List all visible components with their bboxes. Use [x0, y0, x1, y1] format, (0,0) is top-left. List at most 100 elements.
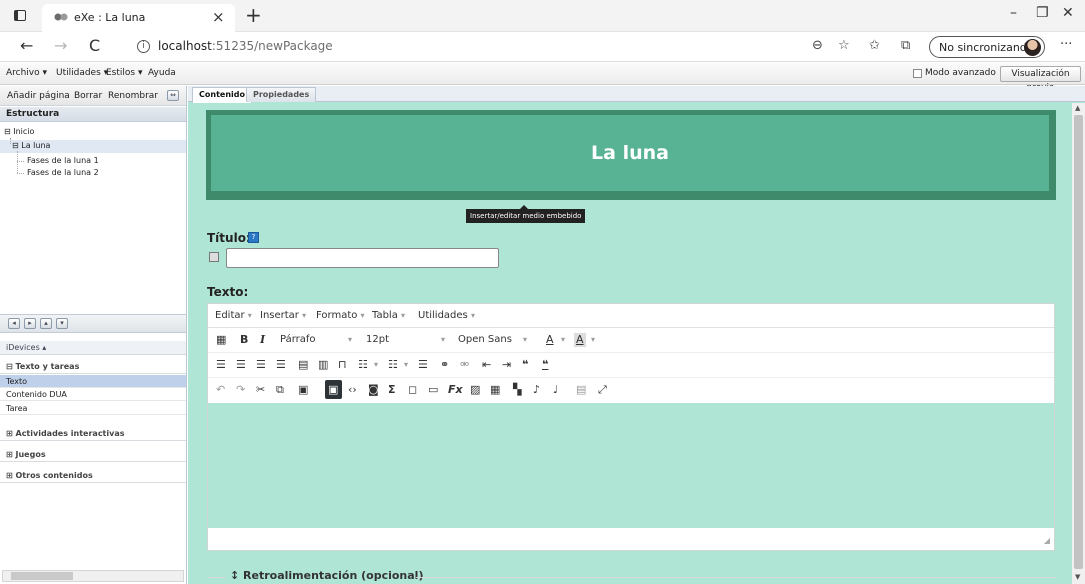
idevices-header[interactable]: iDevices ▴	[0, 341, 186, 355]
image-float-left-icon[interactable]: ▤	[298, 358, 308, 372]
templates-icon[interactable]: ▦	[216, 333, 226, 347]
music-note-icon[interactable]: ♩	[553, 383, 558, 397]
menu-estilos[interactable]: Estilos ▾	[106, 68, 142, 78]
definition-list-icon[interactable]: ☰	[418, 358, 428, 372]
paragraph-format-select[interactable]: Párrafo	[280, 333, 316, 347]
category-texto-tareas[interactable]: ⊟ Texto y tareas	[0, 360, 186, 374]
tree-node-root[interactable]: ⊟ Inicio	[4, 127, 34, 136]
vertical-scrollbar[interactable]: ▲ ▼	[1072, 103, 1085, 584]
image-float-right-icon[interactable]: ▥	[318, 358, 328, 372]
collections-icon[interactable]: ⧉	[901, 38, 910, 53]
align-left-icon[interactable]: ☰	[216, 358, 226, 372]
tree-node-leaf[interactable]: Fases de la luna 1	[27, 156, 99, 165]
move-down-icon[interactable]: ▾	[56, 318, 68, 329]
redo-icon[interactable]: ↷	[236, 383, 245, 397]
category-juegos[interactable]: ⊞ Juegos	[0, 448, 186, 462]
audio-icon[interactable]: ♪	[533, 383, 540, 397]
source-code-icon[interactable]: ‹›	[348, 383, 357, 397]
resize-handle-icon[interactable]: ◢	[1044, 536, 1050, 545]
url-field[interactable]: localhost:51235/newPackage	[158, 39, 333, 53]
menu-archivo[interactable]: Archivo ▾	[6, 68, 47, 78]
scroll-up-icon[interactable]: ▲	[1075, 104, 1080, 112]
more-menu-button[interactable]: ···	[1060, 37, 1072, 52]
move-up-icon[interactable]: ▴	[40, 318, 52, 329]
restore-button[interactable]: ❐	[1036, 5, 1049, 21]
add-favorite-icon[interactable]: ☆	[838, 38, 850, 53]
editor-menu-tabla[interactable]: Tabla ▾	[372, 310, 405, 321]
editor-menu-utilidades[interactable]: Utilidades ▾	[418, 310, 475, 321]
browser-tab[interactable]: eXe : La luna ×	[42, 4, 235, 32]
fullscreen-icon[interactable]: ⤢	[598, 383, 607, 397]
cut-icon[interactable]: ✂	[256, 383, 265, 397]
edit-title-icon[interactable]	[209, 252, 219, 262]
chevron-down-icon[interactable]: ▾	[374, 358, 378, 372]
title-input[interactable]	[226, 248, 499, 268]
paste-text-icon[interactable]: ▣	[328, 383, 338, 397]
outdent-icon[interactable]: ⇤	[482, 358, 491, 372]
editor-menu-formato[interactable]: Formato ▾	[316, 310, 365, 321]
site-info-icon[interactable]: i	[137, 40, 150, 53]
profile-sync-button[interactable]: No sincronizando	[929, 36, 1045, 58]
promote-icon[interactable]: ◂	[8, 318, 20, 329]
justify-icon[interactable]: ☰	[276, 358, 286, 372]
horizontal-scrollbar[interactable]	[2, 570, 184, 582]
math-sigma-icon[interactable]: Σ	[388, 383, 396, 397]
collapse-panel-icon[interactable]: ⇔	[167, 90, 179, 101]
link-icon[interactable]: ⚭	[440, 358, 449, 372]
tab-close-icon[interactable]: ×	[212, 8, 225, 26]
idevice-texto[interactable]: Texto	[0, 375, 186, 388]
chevron-down-icon[interactable]: ▾	[404, 358, 408, 372]
chevron-down-icon[interactable]: ▾	[348, 333, 352, 347]
tooltip-icon[interactable]: ◻	[408, 383, 417, 397]
chevron-down-icon[interactable]: ▾	[561, 333, 565, 347]
editor-menu-insertar[interactable]: Insertar ▾	[260, 310, 306, 321]
idevices-caret-icon[interactable]: ▴	[42, 343, 46, 352]
font-size-select[interactable]: 12pt	[366, 333, 389, 347]
tree-node-selected[interactable]: ⊟ La luna	[12, 141, 50, 150]
minimize-button[interactable]: –	[1010, 5, 1017, 21]
table-icon[interactable]: ▤	[576, 383, 586, 397]
undo-icon[interactable]: ↶	[216, 383, 225, 397]
zoom-icon[interactable]: ⊖	[812, 38, 823, 53]
idevice-contenido-dua[interactable]: Contenido DUA	[0, 388, 186, 401]
editor-content-area[interactable]	[208, 403, 1054, 528]
clear-format-icon[interactable]: Fx	[448, 383, 463, 397]
italic-icon[interactable]: I	[260, 333, 265, 347]
back-button[interactable]: ←	[20, 36, 33, 55]
chevron-down-icon[interactable]: ▾	[591, 333, 595, 347]
scroll-thumb[interactable]	[11, 572, 73, 580]
rename-page-button[interactable]: Renombrar	[108, 91, 158, 101]
spellcheck-icon[interactable]: ◙	[368, 383, 379, 397]
chevron-down-icon[interactable]: ▾	[523, 333, 527, 347]
block-icon[interactable]: ⊓	[338, 358, 347, 372]
tab-actions-icon[interactable]	[14, 10, 26, 21]
tab-propiedades[interactable]: Propiedades	[246, 87, 317, 102]
copy-icon[interactable]: ⧉	[276, 383, 284, 397]
cite-icon[interactable]: ❝	[542, 358, 548, 372]
editor-menu-editar[interactable]: Editar ▾	[215, 310, 252, 321]
delete-page-button[interactable]: Borrar	[74, 91, 102, 101]
tree-collapse-icon[interactable]: ⊟	[4, 127, 11, 136]
unlink-icon[interactable]: ⚮	[460, 358, 469, 372]
paste-icon[interactable]: ▣	[298, 383, 308, 397]
embed-media-icon[interactable]: ▦	[490, 383, 500, 397]
tab-contenido[interactable]: Contenido	[192, 87, 252, 103]
preview-button[interactable]: Visualización previa	[1000, 66, 1081, 93]
tree-node-leaf[interactable]: Fases de la luna 2	[27, 168, 99, 177]
add-page-button[interactable]: Añadir página	[7, 91, 70, 101]
scroll-down-icon[interactable]: ▼	[1075, 573, 1080, 581]
video-icon[interactable]: ▚	[513, 383, 521, 397]
box-icon[interactable]: ▭	[428, 383, 438, 397]
font-family-select[interactable]: Open Sans	[458, 333, 512, 347]
demote-icon[interactable]: ▸	[24, 318, 36, 329]
bold-icon[interactable]: B	[240, 333, 248, 347]
indent-icon[interactable]: ⇥	[502, 358, 511, 372]
category-otros[interactable]: ⊞ Otros contenidos	[0, 469, 186, 483]
chevron-down-icon[interactable]: ▾	[441, 333, 445, 347]
text-color-icon[interactable]: A	[546, 333, 554, 347]
help-icon[interactable]: ?	[248, 232, 259, 243]
reload-button[interactable]: C	[89, 36, 100, 55]
menu-ayuda[interactable]: Ayuda	[148, 68, 176, 78]
new-tab-button[interactable]: +	[245, 3, 262, 27]
forward-button[interactable]: →	[54, 36, 67, 55]
